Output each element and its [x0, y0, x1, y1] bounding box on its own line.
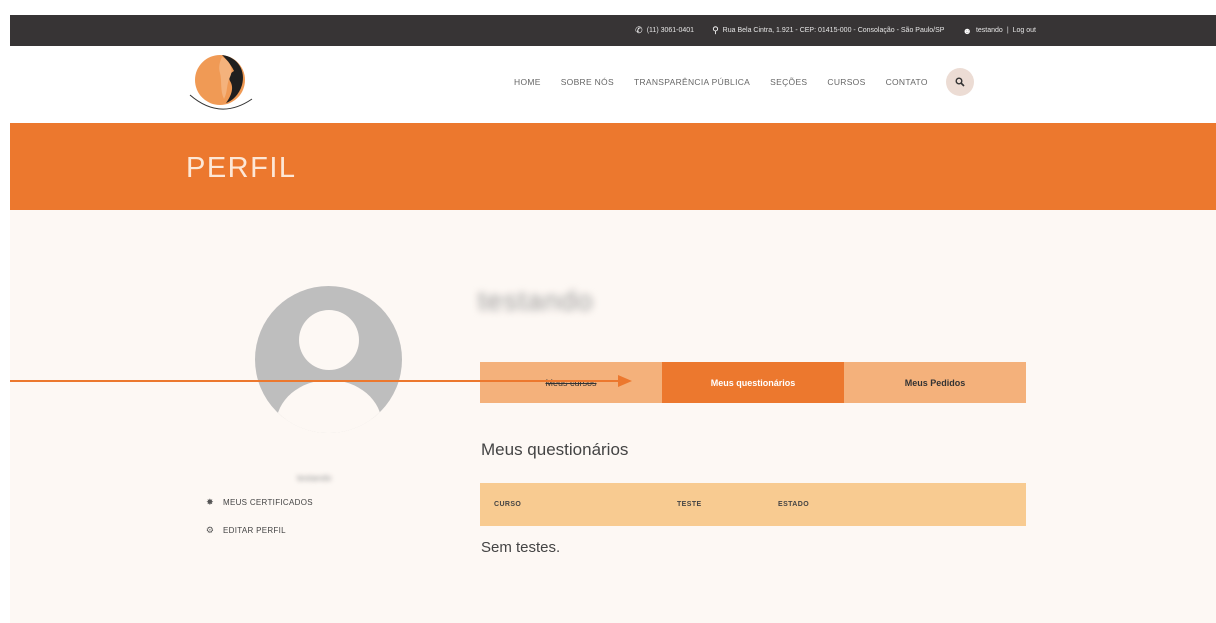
user-icon: ☻ [962, 25, 972, 36]
page-title: PERFIL [186, 152, 297, 184]
nav-contato[interactable]: CONTATO [886, 77, 928, 87]
main-nav: HOME SOBRE NÓS TRANSPARÊNCIA PÚBLICA SEÇ… [514, 68, 974, 96]
address-text: Rua Bela Cintra, 1.921 - CEP: 01415-000 … [722, 27, 945, 34]
topbar-phone[interactable]: ✆ (11) 3061-0401 [635, 25, 694, 36]
empty-state-text: Sem testes. [481, 539, 561, 556]
tab-meus-questionarios-label: Meus questionários [710, 377, 796, 388]
phone-icon: ✆ [635, 25, 643, 35]
gear-icon: ⚙ [205, 524, 215, 535]
annotation-arrow-line [10, 380, 620, 382]
logo-graphic [189, 55, 253, 110]
site-logo[interactable] [182, 51, 262, 117]
link-meus-certificados[interactable]: ✸ MEUS CERTIFICADOS [205, 495, 313, 509]
page-banner: PERFIL [10, 123, 1216, 210]
search-icon [955, 77, 965, 87]
topbar-account: ☻ testando | Log out [962, 26, 1036, 36]
nav-home[interactable]: HOME [514, 77, 541, 87]
topbar-address: ⚲ Rua Bela Cintra, 1.921 - CEP: 01415-00… [712, 25, 944, 36]
nav-transparencia[interactable]: TRANSPARÊNCIA PÚBLICA [634, 77, 750, 87]
link-meus-certificados-label: MEUS CERTIFICADOS [223, 497, 313, 507]
account-username[interactable]: testando [976, 27, 1003, 34]
column-estado: ESTADO [778, 501, 810, 508]
avatar-bottom-mask [255, 419, 402, 433]
map-pin-icon: ⚲ [712, 25, 719, 35]
tab-meus-cursos[interactable]: Meus cursos [480, 362, 662, 403]
tab-meus-questionarios[interactable]: Meus questionários [662, 362, 844, 403]
certificate-icon: ✸ [206, 496, 214, 507]
nav-cursos[interactable]: CURSOS [827, 77, 865, 87]
link-editar-perfil[interactable]: ⚙ EDITAR PERFIL [205, 523, 313, 537]
phone-text: (11) 3061-0401 [646, 27, 695, 34]
site-header: HOME SOBRE NÓS TRANSPARÊNCIA PÚBLICA SEÇ… [10, 46, 1216, 123]
search-button[interactable] [945, 68, 974, 96]
top-bar: ✆ (11) 3061-0401 ⚲ Rua Bela Cintra, 1.92… [10, 15, 1216, 46]
table-header: CURSO TESTE ESTADO [480, 483, 1026, 526]
link-editar-perfil-label: EDITAR PERFIL [223, 525, 286, 535]
nav-sobre-nos[interactable]: SOBRE NÓS [561, 77, 614, 87]
avatar [255, 286, 402, 433]
profile-username-small: testando [297, 473, 332, 483]
profile-links: ✸ MEUS CERTIFICADOS ⚙ EDITAR PERFIL [205, 495, 313, 551]
tab-meus-pedidos-label: Meus Pedidos [904, 377, 966, 388]
tab-meus-pedidos[interactable]: Meus Pedidos [844, 362, 1026, 403]
column-teste: TESTE [677, 501, 702, 508]
nav-secoes[interactable]: SEÇÕES [770, 77, 807, 87]
column-curso: CURSO [494, 501, 522, 508]
annotation-arrow-head [618, 375, 632, 387]
account-separator: | [1006, 27, 1009, 34]
section-title: Meus questionários [481, 440, 629, 459]
avatar-head-shape [299, 310, 359, 370]
profile-username: testando [478, 285, 594, 316]
profile-tabs: Meus cursos Meus questionários Meus Pedi… [480, 362, 1026, 403]
tab-meus-cursos-label: Meus cursos [545, 377, 597, 388]
page-frame: ✆ (11) 3061-0401 ⚲ Rua Bela Cintra, 1.92… [10, 15, 1216, 623]
logout-link[interactable]: Log out [1013, 27, 1036, 34]
